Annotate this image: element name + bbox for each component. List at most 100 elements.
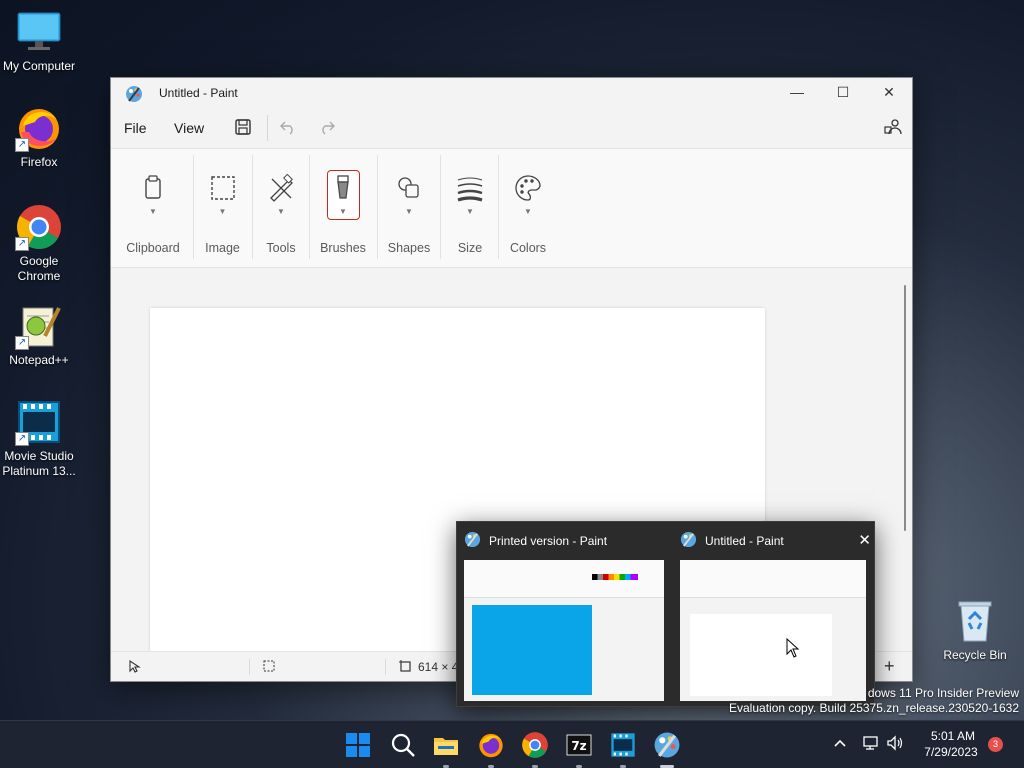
notepadpp-icon: ↗ — [15, 302, 63, 350]
selection-size-icon — [262, 659, 276, 676]
clock-time[interactable]: 5:01 AM — [930, 729, 976, 743]
chevron-down-icon: ▼ — [149, 207, 157, 216]
shortcut-arrow-icon: ↗ — [15, 237, 29, 251]
show-hidden-icons-button[interactable] — [832, 735, 848, 754]
redo-icon — [322, 121, 335, 135]
clock-date[interactable]: 7/29/2023 — [920, 745, 982, 759]
ribbon-separator — [377, 155, 378, 259]
preview-untitled[interactable]: Untitled - Paint ✕ — [673, 522, 881, 708]
desktop-icon-firefox[interactable]: ↗ Firefox — [0, 104, 78, 170]
tools-pencil-icon — [270, 173, 293, 202]
group-label: Colors — [509, 241, 547, 255]
network-icon — [863, 736, 878, 750]
status-separator — [385, 659, 386, 675]
ribbon-separator — [193, 155, 194, 259]
vertical-scrollbar[interactable] — [904, 285, 906, 531]
ribbon-separator — [440, 155, 441, 259]
save-button[interactable] — [234, 118, 252, 139]
start-button[interactable] — [344, 731, 372, 759]
cursor-position-icon — [127, 659, 141, 676]
close-icon: ✕ — [858, 532, 871, 549]
taskbar-paint[interactable] — [653, 731, 681, 768]
shortcut-arrow-icon: ↗ — [15, 138, 29, 152]
undo-button[interactable] — [279, 118, 297, 139]
desktop-icon-notepadpp[interactable]: ↗ Notepad++ — [0, 302, 78, 368]
shortcut-arrow-icon: ↗ — [15, 336, 29, 350]
chevron-up-icon — [834, 739, 846, 747]
ribbon-separator — [252, 155, 253, 259]
chevron-down-icon: ▼ — [405, 207, 413, 216]
speaker-icon — [887, 735, 903, 751]
taskbar-firefox[interactable] — [477, 731, 505, 768]
desktop-icon-label: My Computer — [2, 59, 76, 73]
taskbar-7zip[interactable]: 7z — [565, 731, 593, 768]
7zip-icon: 7z — [566, 734, 592, 756]
desktop-icon-label: Google Chrome — [17, 254, 61, 283]
paint-palette-icon — [680, 531, 697, 553]
paint-palette-icon — [654, 732, 680, 758]
preview-thumbnail — [464, 560, 664, 701]
ribbon-group-brushes[interactable]: ▼ Brushes — [314, 149, 372, 269]
group-label: Shapes — [387, 241, 431, 255]
chevron-down-icon: ▼ — [466, 207, 474, 216]
ribbon-group-shapes[interactable]: ▼ Shapes — [379, 149, 439, 269]
group-label: Image — [205, 241, 240, 255]
minimize-button[interactable]: — — [774, 78, 820, 108]
ribbon-separator — [498, 155, 499, 259]
ribbon-group-clipboard[interactable]: ▼ Clipboard — [119, 149, 187, 269]
taskbar-file-explorer[interactable] — [432, 731, 460, 768]
ribbon-group-image[interactable]: ▼ Image — [196, 149, 249, 269]
desktop-icon-google-chrome[interactable]: ↗ Google Chrome — [0, 203, 78, 284]
network-status-button[interactable] — [862, 735, 880, 754]
volume-button[interactable] — [886, 735, 904, 754]
close-preview-button[interactable]: ✕ — [858, 531, 871, 549]
svg-text:7z: 7z — [571, 739, 586, 753]
ribbon-group-size[interactable]: ▼ Size — [442, 149, 498, 269]
firefox-icon — [479, 733, 503, 758]
plus-icon: + — [884, 656, 895, 676]
taskbar-thumbnail-previews: Printed version - Paint Untitled - Paint… — [456, 521, 875, 707]
undo-icon — [280, 121, 293, 135]
taskbar-chrome[interactable] — [521, 731, 549, 768]
notification-badge[interactable]: 3 — [988, 737, 1003, 752]
account-button[interactable] — [884, 118, 902, 139]
close-button[interactable]: ✕ — [866, 78, 912, 108]
redo-button[interactable] — [318, 118, 336, 139]
group-label: Clipboard — [126, 241, 180, 255]
maximize-button[interactable]: ☐ — [820, 78, 866, 108]
mouse-cursor-icon — [786, 638, 800, 658]
movie-studio-icon: ↗ — [15, 398, 63, 446]
menu-view[interactable]: View — [174, 120, 204, 136]
movie-studio-icon — [611, 733, 635, 757]
desktop-icon-movie-studio[interactable]: ↗ Movie Studio Platinum 13... — [0, 398, 78, 479]
chevron-down-icon: ▼ — [524, 207, 532, 216]
preview-thumbnail — [680, 560, 866, 701]
thumb-white-canvas — [690, 614, 832, 696]
desktop-icon-my-computer[interactable]: My Computer — [0, 8, 78, 74]
windows-start-icon — [346, 733, 370, 757]
build-watermark: Evaluation copy. Build 25375.zn_release.… — [729, 701, 1019, 715]
desktop-icon-recycle-bin[interactable]: Recycle Bin — [936, 597, 1014, 663]
ribbon-group-tools[interactable]: ▼ Tools — [255, 149, 307, 269]
minimize-icon: — — [790, 84, 804, 100]
thumb-toolbar — [680, 560, 866, 598]
group-label: Tools — [266, 241, 296, 255]
taskbar-search-button[interactable] — [389, 731, 417, 759]
zoom-in-button[interactable]: + — [884, 656, 895, 677]
canvas-size-text: 614 × 4 — [418, 660, 459, 674]
clipboard-icon — [145, 175, 161, 199]
preview-title: Printed version - Paint — [489, 534, 608, 548]
taskbar-movie-studio[interactable] — [609, 731, 637, 768]
desktop-icon-label: Movie Studio Platinum 13... — [2, 449, 76, 478]
window-title: Untitled - Paint — [159, 86, 238, 100]
menu-separator — [267, 115, 268, 141]
firefox-icon: ↗ — [15, 104, 63, 152]
menu-file[interactable]: File — [124, 120, 147, 136]
desktop-icon-label: Firefox — [20, 155, 58, 169]
preview-title: Untitled - Paint — [705, 534, 784, 548]
preview-printed-version[interactable]: Printed version - Paint — [457, 522, 665, 708]
thumb-blue-canvas — [472, 605, 592, 695]
ribbon-group-colors[interactable]: ▼ Colors — [500, 149, 556, 269]
taskbar: 7z 5:01 AM 7/29/2023 3 — [0, 720, 1024, 768]
windows-edition-watermark: dows 11 Pro Insider Preview — [867, 686, 1019, 700]
